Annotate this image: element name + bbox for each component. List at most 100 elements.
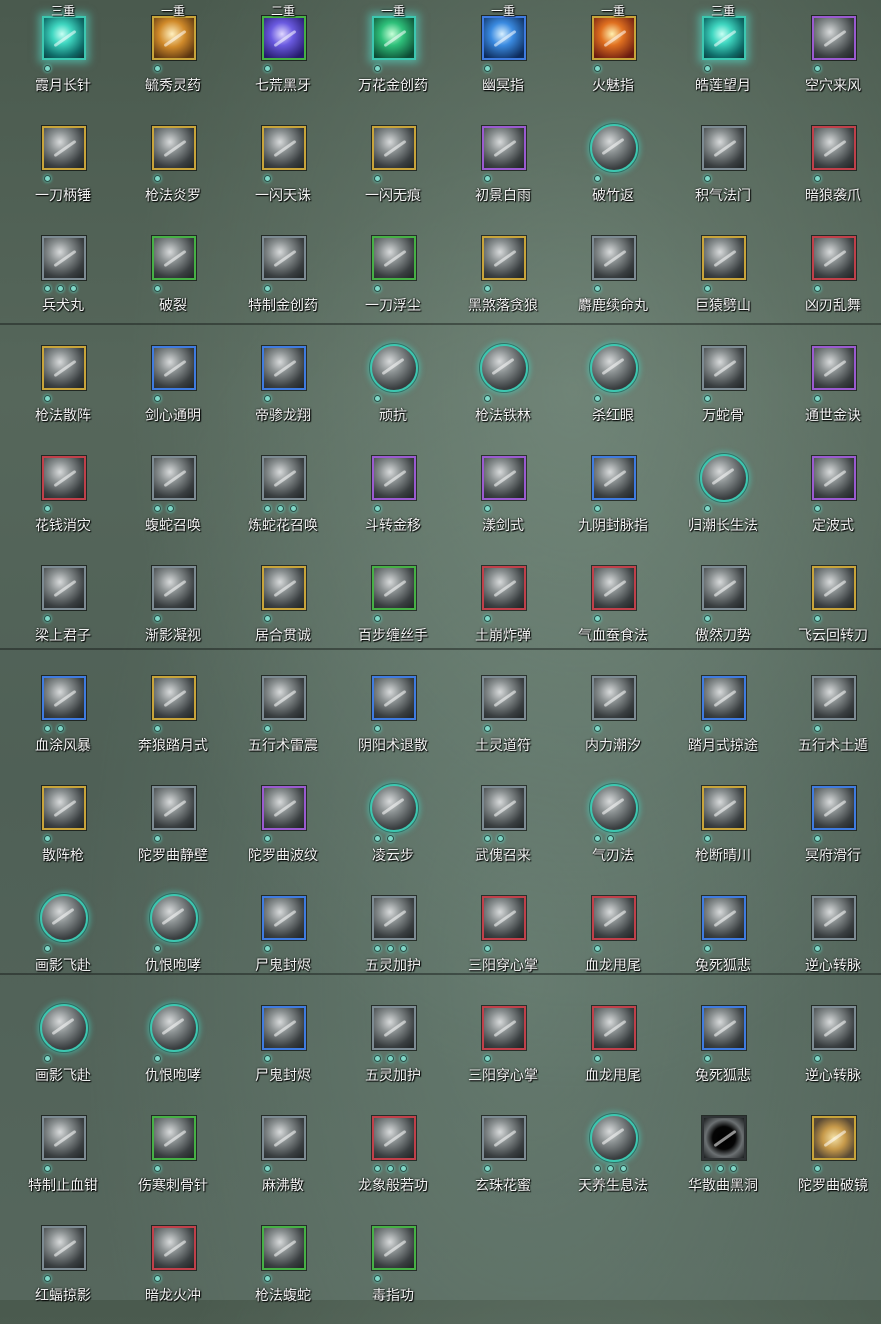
skill-slot[interactable]: 尸鬼封烬: [228, 994, 338, 1104]
skill-slot[interactable]: 枪法散阵: [8, 334, 118, 444]
skill-icon[interactable]: [702, 126, 746, 170]
skill-slot[interactable]: 渐影凝视: [118, 554, 228, 664]
skill-slot[interactable]: 伤寒刺骨针: [118, 1104, 228, 1214]
skill-slot[interactable]: 积气法门: [668, 114, 778, 224]
skill-slot[interactable]: 枪法铁林: [448, 334, 558, 444]
skill-icon[interactable]: [152, 456, 196, 500]
skill-slot[interactable]: 一刀浮尘: [338, 224, 448, 334]
skill-icon[interactable]: [372, 896, 416, 940]
skill-icon[interactable]: [590, 1114, 638, 1162]
skill-slot[interactable]: 帝骖龙翔: [228, 334, 338, 444]
skill-slot[interactable]: 散阵枪: [8, 774, 118, 884]
skill-slot[interactable]: 五灵加护: [338, 994, 448, 1104]
skill-slot[interactable]: 冥府滑行: [778, 774, 881, 884]
skill-icon[interactable]: [42, 16, 86, 60]
skill-slot[interactable]: 破竹返: [558, 114, 668, 224]
skill-icon[interactable]: [262, 346, 306, 390]
skill-slot[interactable]: 暗龙火冲: [118, 1214, 228, 1324]
skill-icon[interactable]: [372, 16, 416, 60]
skill-icon[interactable]: [262, 896, 306, 940]
skill-icon[interactable]: [700, 454, 748, 502]
skill-icon[interactable]: [42, 1116, 86, 1160]
skill-icon[interactable]: [262, 786, 306, 830]
skill-icon[interactable]: [702, 676, 746, 720]
skill-slot[interactable]: 麻沸散: [228, 1104, 338, 1214]
skill-slot[interactable]: 凶刃乱舞: [778, 224, 881, 334]
skill-icon[interactable]: [482, 566, 526, 610]
skill-icon[interactable]: [812, 126, 856, 170]
skill-icon[interactable]: [590, 784, 638, 832]
skill-icon[interactable]: [702, 236, 746, 280]
skill-slot[interactable]: 画影飞赴: [8, 884, 118, 994]
skill-icon[interactable]: [482, 1116, 526, 1160]
skill-slot[interactable]: 傲然刀势: [668, 554, 778, 664]
skill-icon[interactable]: [42, 1226, 86, 1270]
skill-slot[interactable]: 血龙甩尾: [558, 994, 668, 1104]
skill-slot[interactable]: 初景白雨: [448, 114, 558, 224]
skill-icon[interactable]: [592, 566, 636, 610]
skill-slot[interactable]: 炼蛇花召唤: [228, 444, 338, 554]
skill-slot[interactable]: 三重 霞月长针: [8, 4, 118, 114]
skill-slot[interactable]: 兵犬丸: [8, 224, 118, 334]
skill-icon[interactable]: [812, 1006, 856, 1050]
skill-slot[interactable]: 兔死狐悲: [668, 884, 778, 994]
skill-slot[interactable]: 特制止血钳: [8, 1104, 118, 1214]
skill-slot[interactable]: 三重 皓莲望月: [668, 4, 778, 114]
skill-slot[interactable]: 通世金诀: [778, 334, 881, 444]
skill-icon[interactable]: [372, 236, 416, 280]
skill-icon[interactable]: [262, 16, 306, 60]
skill-slot[interactable]: 尸鬼封烬: [228, 884, 338, 994]
skill-slot[interactable]: 百步缠丝手: [338, 554, 448, 664]
skill-slot[interactable]: 一重 毓秀灵药: [118, 4, 228, 114]
skill-slot[interactable]: 五行术雷震: [228, 664, 338, 774]
skill-icon[interactable]: [150, 1004, 198, 1052]
skill-slot[interactable]: 五行术土遁: [778, 664, 881, 774]
skill-slot[interactable]: 枪法炎罗: [118, 114, 228, 224]
skill-slot[interactable]: 一重 火魅指: [558, 4, 668, 114]
skill-slot[interactable]: 三阳穿心掌: [448, 884, 558, 994]
skill-slot[interactable]: 画影飞赴: [8, 994, 118, 1104]
skill-icon[interactable]: [702, 786, 746, 830]
skill-slot[interactable]: 梁上君子: [8, 554, 118, 664]
skill-icon[interactable]: [42, 346, 86, 390]
skill-slot[interactable]: 黑煞落贪狼: [448, 224, 558, 334]
skill-slot[interactable]: 一闪无痕: [338, 114, 448, 224]
skill-icon[interactable]: [482, 456, 526, 500]
skill-icon[interactable]: [592, 1006, 636, 1050]
skill-icon[interactable]: [812, 16, 856, 60]
skill-slot[interactable]: 枪断晴川: [668, 774, 778, 884]
skill-slot[interactable]: 红蝠掠影: [8, 1214, 118, 1324]
skill-slot[interactable]: 踏月式掠途: [668, 664, 778, 774]
skill-icon[interactable]: [152, 346, 196, 390]
skill-icon[interactable]: [702, 1006, 746, 1050]
skill-slot[interactable]: 天养生息法: [558, 1104, 668, 1214]
skill-icon[interactable]: [812, 896, 856, 940]
skill-slot[interactable]: 特制金创药: [228, 224, 338, 334]
skill-icon[interactable]: [482, 786, 526, 830]
skill-icon[interactable]: [812, 786, 856, 830]
skill-icon[interactable]: [152, 786, 196, 830]
skill-slot[interactable]: 二重 七荒黑牙: [228, 4, 338, 114]
skill-slot[interactable]: 奔狼踏月式: [118, 664, 228, 774]
skill-icon[interactable]: [702, 16, 746, 60]
skill-icon[interactable]: [262, 126, 306, 170]
skill-icon[interactable]: [592, 676, 636, 720]
skill-icon[interactable]: [262, 1006, 306, 1050]
skill-icon[interactable]: [812, 346, 856, 390]
skill-icon[interactable]: [482, 236, 526, 280]
skill-slot[interactable]: 土崩炸弹: [448, 554, 558, 664]
skill-slot[interactable]: 万蛇骨: [668, 334, 778, 444]
skill-icon[interactable]: [152, 1226, 196, 1270]
skill-icon[interactable]: [482, 16, 526, 60]
skill-slot[interactable]: 仇恨咆哮: [118, 994, 228, 1104]
skill-slot[interactable]: 顽抗: [338, 334, 448, 444]
skill-icon[interactable]: [480, 344, 528, 392]
skill-slot[interactable]: 凌云步: [338, 774, 448, 884]
skill-slot[interactable]: 兔死狐悲: [668, 994, 778, 1104]
skill-icon[interactable]: [812, 456, 856, 500]
skill-slot[interactable]: 阴阳术退散: [338, 664, 448, 774]
skill-slot[interactable]: 五灵加护: [338, 884, 448, 994]
skill-icon[interactable]: [372, 566, 416, 610]
skill-slot[interactable]: 剑心通明: [118, 334, 228, 444]
skill-icon[interactable]: [592, 896, 636, 940]
